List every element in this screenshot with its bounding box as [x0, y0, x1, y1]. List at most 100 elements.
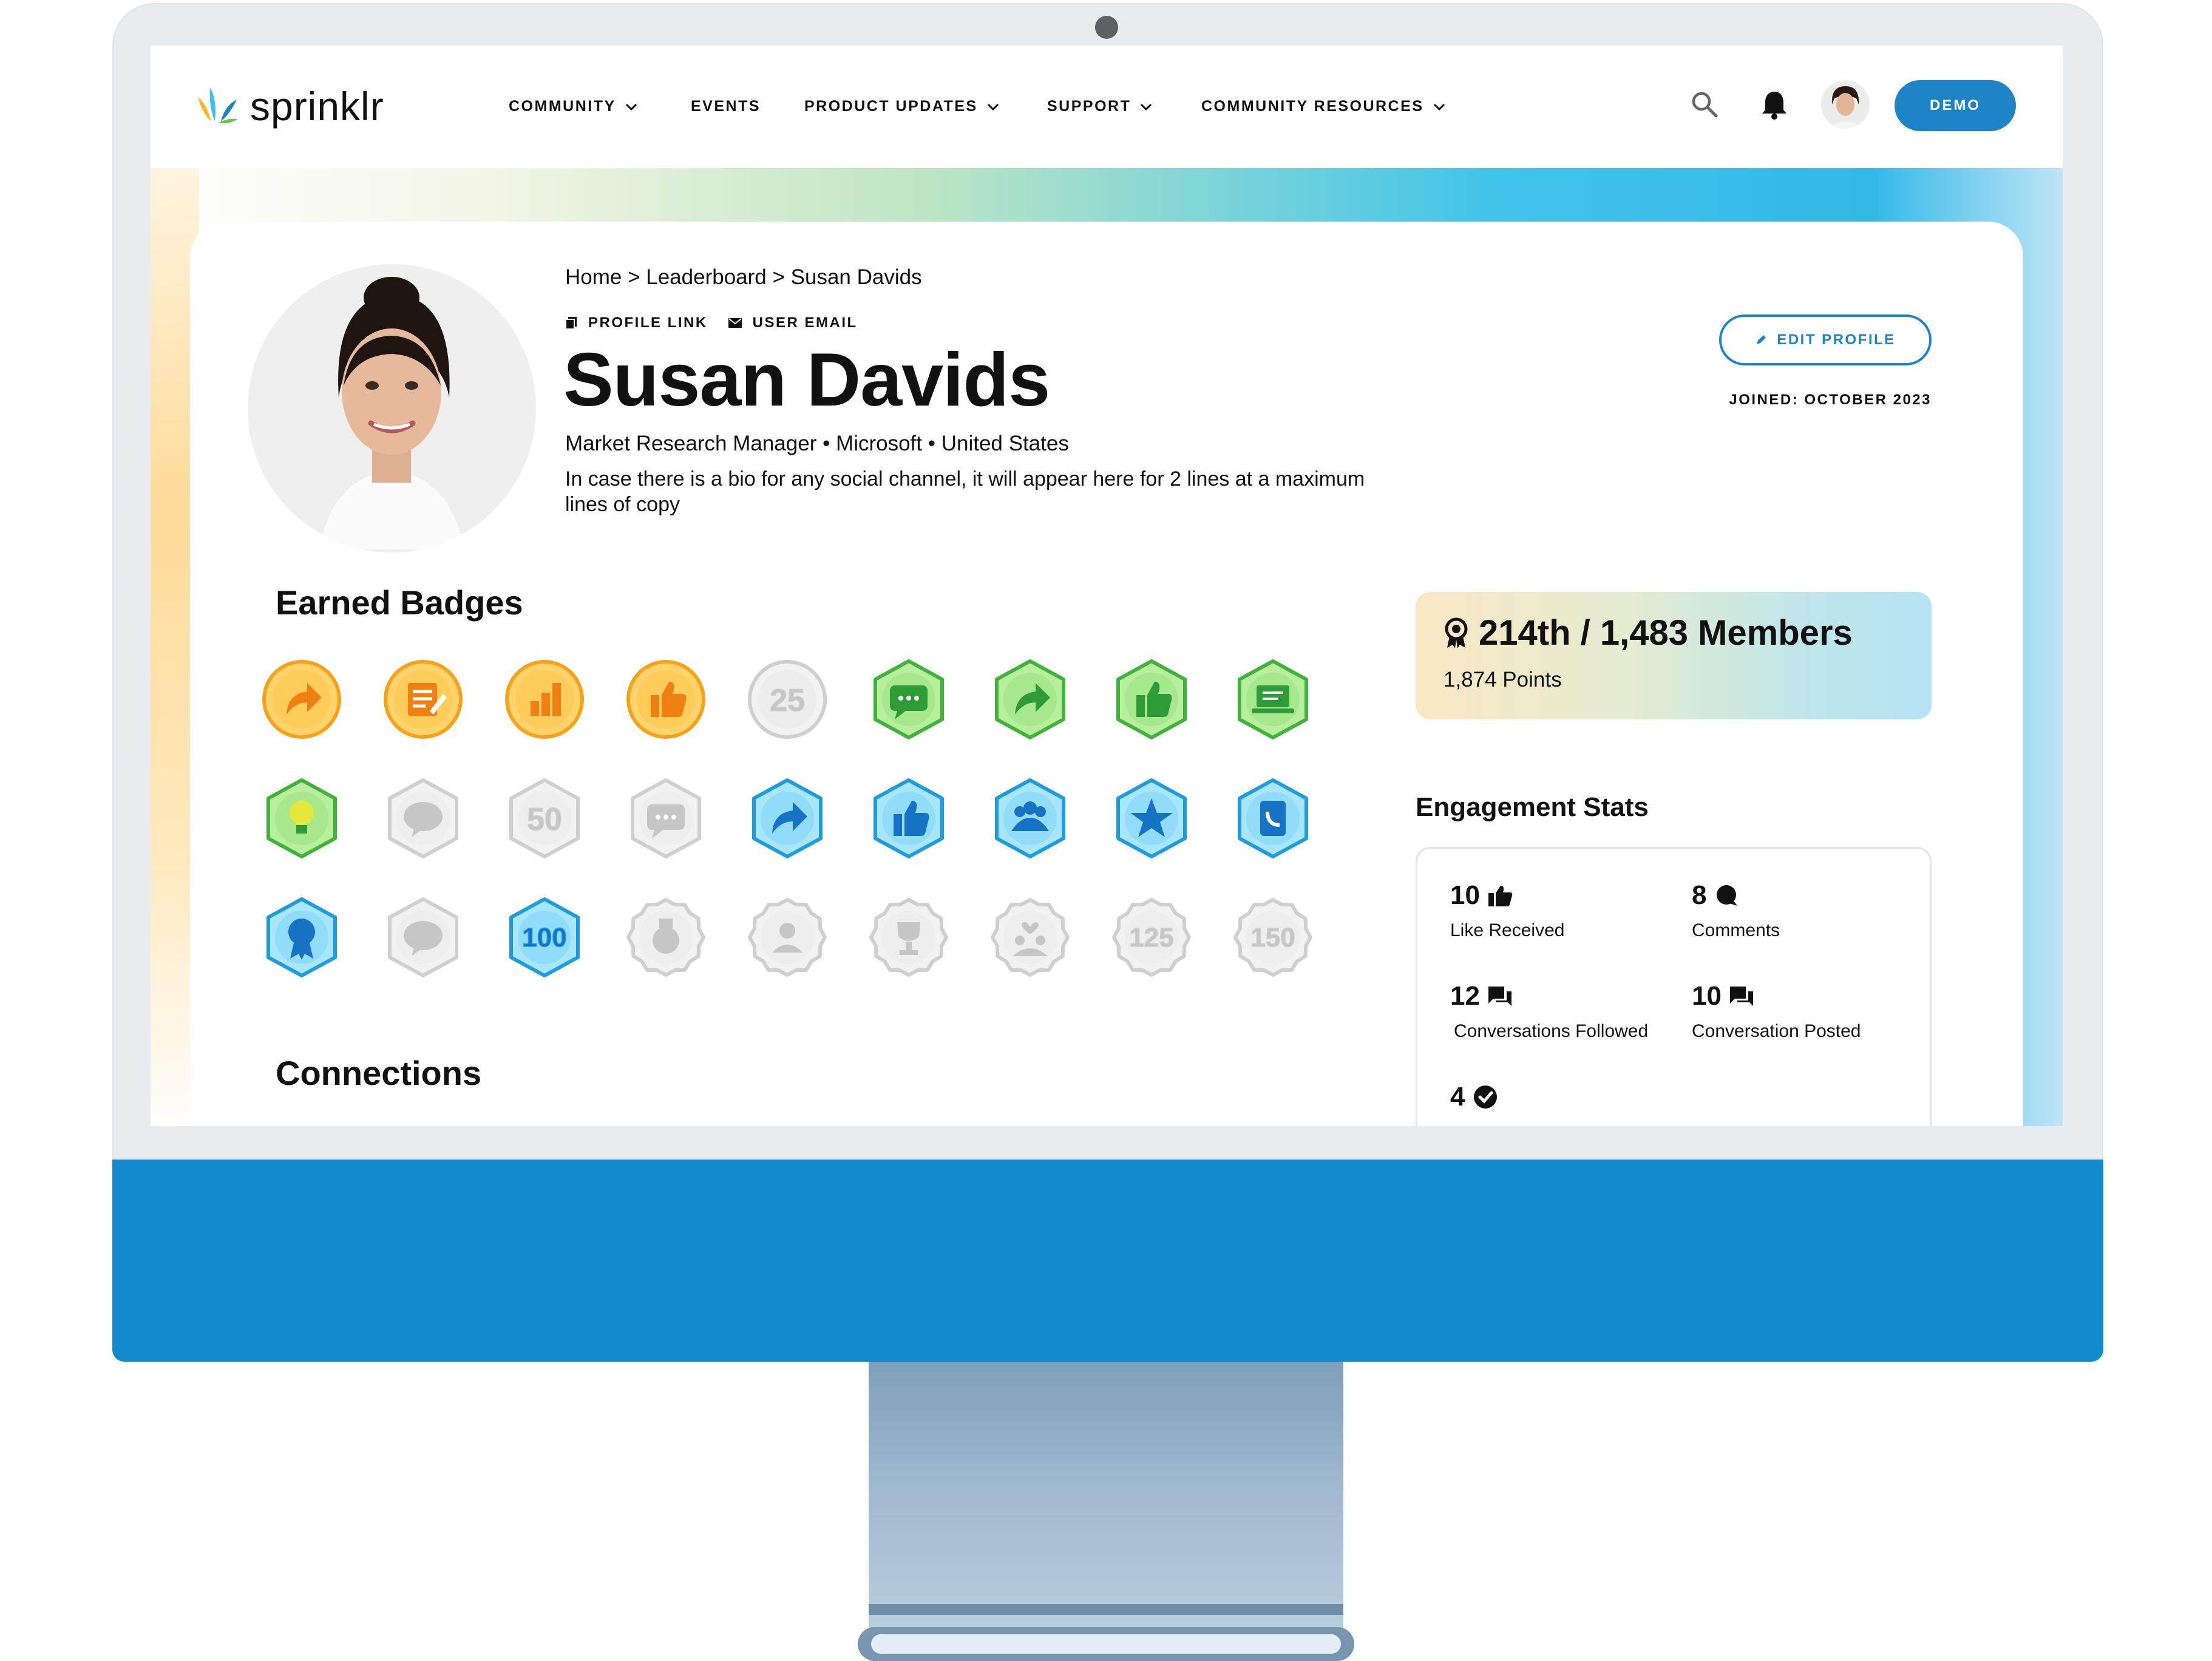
chat-badge-icon[interactable]: [868, 659, 949, 740]
profile-name: Susan Davids: [563, 338, 1050, 422]
stat-value: 10: [1692, 981, 1722, 1011]
stat-label: Like Received: [1450, 920, 1565, 940]
share-badge-icon[interactable]: [989, 659, 1071, 740]
search-icon[interactable]: [1689, 89, 1720, 120]
connections-title: Connections: [276, 1054, 482, 1092]
award-badge-icon[interactable]: [261, 897, 342, 978]
edit-profile-label: EDIT PROFILE: [1777, 331, 1896, 348]
copy-icon: [565, 317, 577, 330]
monitor-chin: [112, 1160, 2103, 1362]
sprinklr-logo[interactable]: sprinklr: [193, 83, 384, 129]
thumbs-up-icon: [1488, 886, 1513, 906]
number-badge-icon[interactable]: 150: [1232, 897, 1314, 978]
profile-portrait-icon: [248, 264, 536, 552]
engagement-stats-card: 10 Like Received 8 Comments 12 Conversat…: [1416, 847, 1932, 1126]
number-badge-icon[interactable]: 125: [1111, 897, 1192, 978]
share-badge-icon[interactable]: [261, 659, 342, 740]
rank-value: 214th / 1,483 Members: [1479, 613, 1853, 653]
user-avatar[interactable]: [1821, 80, 1870, 129]
sprinklr-logo-icon: [198, 87, 238, 124]
trophy-badge-icon[interactable]: [868, 897, 949, 978]
profile-bio: In case there is a bio for any social ch…: [565, 467, 1365, 516]
svg-text:100: 100: [522, 923, 566, 953]
stat-value: 8: [1692, 880, 1707, 910]
laptop-badge-icon[interactable]: [1232, 659, 1314, 740]
stat-label: Comments: [1692, 920, 1780, 940]
lightbulb-badge-icon[interactable]: [261, 778, 342, 859]
svg-text:125: 125: [1129, 923, 1173, 953]
logo-text: sprinklr: [250, 84, 384, 129]
profile-link[interactable]: PROFILE LINK: [565, 314, 708, 331]
conversation-icon: [1488, 987, 1511, 1006]
profile-meta: Market Research Manager • Microsoft • Un…: [565, 432, 1069, 455]
stat-conversation-posted: 10 Conversation Posted: [1692, 981, 1861, 1042]
award-ribbon-icon: [1445, 617, 1468, 648]
nav-events-label: EVENTS: [691, 98, 761, 115]
user-email-link[interactable]: USER EMAIL: [728, 314, 858, 331]
profile-links: PROFILE LINK USER EMAIL: [565, 314, 878, 331]
medal-badge-icon[interactable]: [625, 897, 707, 978]
number-badge-icon[interactable]: 50: [504, 778, 585, 859]
stat-label: Conversations Followed: [1454, 1021, 1649, 1041]
speech-badge-icon[interactable]: [382, 778, 464, 859]
email-icon: [728, 318, 742, 328]
chevron-down-icon: [1433, 103, 1445, 110]
rank-points: 1,874 Points: [1444, 668, 1562, 691]
chart-badge-icon[interactable]: [504, 659, 585, 740]
bell-icon[interactable]: [1759, 88, 1790, 121]
number-badge-icon[interactable]: 25: [747, 659, 828, 740]
nav-product-updates-label: PRODUCT UPDATES: [804, 98, 978, 115]
nav-support-label: SUPPORT: [1047, 98, 1131, 115]
edit-profile-button[interactable]: EDIT PROFILE: [1719, 314, 1932, 365]
rank-text: 214th / 1,483 Members: [1442, 613, 1853, 653]
pencil-icon: [1757, 335, 1766, 344]
stat-value: 10: [1450, 880, 1480, 910]
navbar: sprinklr COMMUNITY EVENTS PRODUCT UPDATE…: [151, 46, 2063, 167]
star-badge-icon[interactable]: [1111, 778, 1192, 859]
stat-value: 4: [1450, 1082, 1465, 1112]
stat-label: Conversation Posted: [1692, 1021, 1861, 1041]
chevron-down-icon: [987, 103, 999, 110]
avatar-portrait-icon: [1821, 80, 1870, 129]
team-badge-icon[interactable]: [989, 778, 1071, 859]
nav-community-resources-label: COMMUNITY RESOURCES: [1201, 98, 1424, 115]
thumbs-up-badge-icon[interactable]: [1111, 659, 1192, 740]
nav-product-updates[interactable]: PRODUCT UPDATES: [804, 98, 1000, 115]
stat-like-received: 10 Like Received: [1450, 880, 1564, 941]
speech-badge-icon[interactable]: [382, 897, 464, 978]
nav-community[interactable]: COMMUNITY: [509, 98, 638, 115]
chat-badge-icon[interactable]: [625, 778, 707, 859]
nav-support[interactable]: SUPPORT: [1047, 98, 1153, 115]
nav-community-resources[interactable]: COMMUNITY RESOURCES: [1201, 98, 1446, 115]
engagement-stats-title: Engagement Stats: [1416, 792, 1649, 822]
thumbs-up-badge-icon[interactable]: [868, 778, 949, 859]
nav-community-label: COMMUNITY: [509, 98, 616, 115]
share-badge-icon[interactable]: [747, 778, 828, 859]
stat-solutions: 4: [1450, 1082, 1498, 1122]
stat-value: 12: [1450, 981, 1480, 1011]
number-badge-icon[interactable]: 100: [504, 897, 585, 978]
earned-badges-title: Earned Badges: [276, 583, 523, 622]
user-email-label: USER EMAIL: [752, 314, 858, 331]
chevron-down-icon: [625, 103, 637, 110]
note-badge-icon[interactable]: [382, 659, 464, 740]
svg-text:150: 150: [1250, 923, 1295, 953]
profile-photo: [248, 264, 536, 552]
thumbs-up-badge-icon[interactable]: [625, 659, 707, 740]
stat-comments: 8 Comments: [1692, 880, 1780, 941]
nav-events[interactable]: EVENTS: [691, 98, 761, 115]
comment-icon: [1717, 885, 1738, 906]
monitor-stand-base: [858, 1627, 1354, 1661]
rank-card: 214th / 1,483 Members 1,874 Points: [1416, 592, 1932, 719]
check-circle-icon: [1474, 1085, 1498, 1109]
demo-button[interactable]: DEMO: [1895, 80, 2016, 131]
breadcrumb[interactable]: Home > Leaderboard > Susan Davids: [565, 265, 922, 290]
group-heart-badge-icon[interactable]: [989, 897, 1071, 978]
svg-text:50: 50: [527, 802, 562, 837]
svg-text:25: 25: [770, 683, 805, 718]
profile-link-label: PROFILE LINK: [588, 314, 708, 331]
camera-dot: [1095, 16, 1118, 39]
person-badge-icon[interactable]: [747, 897, 828, 978]
phone-badge-icon[interactable]: [1232, 778, 1314, 859]
stat-conversations-followed: 12 Conversations Followed: [1450, 981, 1648, 1042]
